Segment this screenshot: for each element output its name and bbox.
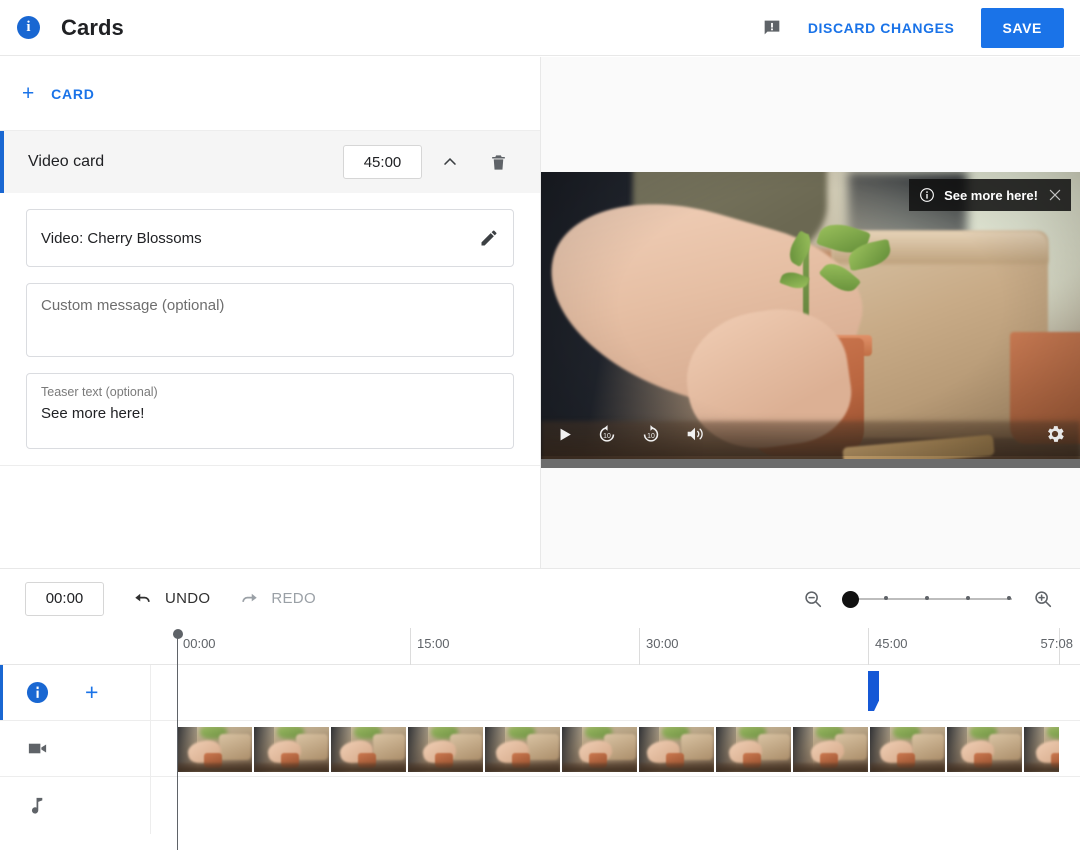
zoom-slider[interactable]: [842, 589, 1012, 609]
undo-arrow-icon: [132, 588, 154, 610]
timeline-ruler[interactable]: 00:00 15:00 30:00 45:00 57:08: [0, 628, 1080, 665]
track-row-audio: [0, 777, 1080, 834]
track-gutter-video: [0, 721, 151, 776]
ruler-end-tick: 57:08: [1040, 628, 1080, 665]
teaser-text-field[interactable]: Teaser text (optional) See more here!: [26, 373, 514, 449]
ruler-tick: 00:00: [183, 636, 216, 651]
video-selection-field[interactable]: Video: Cherry Blossoms: [26, 209, 514, 267]
save-button[interactable]: SAVE: [980, 7, 1064, 48]
undo-button[interactable]: UNDO: [132, 588, 210, 610]
filmstrip-frame: [562, 727, 637, 772]
track-gutter-cards: +: [0, 665, 151, 720]
custom-message-field[interactable]: Custom message (optional): [26, 283, 514, 357]
teaser-overlay-text: See more here!: [944, 187, 1038, 203]
trash-icon[interactable]: [478, 142, 518, 182]
teaser-text-label: Teaser text (optional): [41, 385, 158, 399]
cards-list-panel: + CARD Video card 45:00 Video: Cherry Bl…: [0, 57, 541, 568]
teaser-overlay[interactable]: See more here!: [909, 179, 1071, 211]
track-row-video: [0, 721, 1080, 777]
video-track-area[interactable]: [151, 721, 1080, 776]
card-title: Video card: [28, 153, 105, 170]
card-body: Video: Cherry Blossoms Custom message (o…: [0, 193, 540, 449]
custom-message-placeholder: Custom message (optional): [41, 297, 225, 314]
video-filmstrip[interactable]: [177, 727, 1059, 772]
duration-label: 57:08: [1040, 636, 1073, 651]
timeline-toolbar: 00:00 UNDO REDO: [0, 568, 1080, 628]
undo-label: UNDO: [165, 590, 211, 607]
track-gutter-audio: [0, 777, 151, 834]
card-timestamp-chip[interactable]: 45:00: [343, 145, 422, 179]
player-controls: 10 10: [541, 412, 1080, 456]
volume-on-icon[interactable]: [684, 423, 706, 445]
card-marker[interactable]: [868, 671, 879, 711]
page-title: Cards: [61, 14, 124, 40]
plus-icon: +: [22, 82, 36, 105]
play-icon[interactable]: [555, 425, 574, 444]
video-scrubber[interactable]: [541, 459, 1080, 468]
video-preview-panel: See more here! 10 10: [541, 57, 1080, 568]
forward-10-icon[interactable]: 10: [640, 423, 662, 445]
ruler-tick: 30:00: [639, 628, 679, 665]
add-card-label: CARD: [51, 85, 95, 102]
video-camera-icon: [26, 737, 49, 760]
discard-changes-button[interactable]: DISCARD CHANGES: [794, 10, 969, 46]
page-header: i Cards DISCARD CHANGES SAVE: [0, 0, 1080, 56]
info-circle-icon: [26, 681, 49, 704]
gear-icon[interactable]: [1044, 423, 1066, 445]
pencil-icon[interactable]: [479, 228, 499, 248]
filmstrip-frame: [331, 727, 406, 772]
filmstrip-frame: [793, 727, 868, 772]
add-card-track-button[interactable]: +: [85, 681, 98, 704]
zoom-slider-thumb[interactable]: [842, 590, 859, 608]
zoom-out-magnifier-icon[interactable]: [802, 588, 824, 610]
replay-10-icon[interactable]: 10: [596, 423, 618, 445]
card-header-actions: 45:00: [343, 142, 540, 182]
add-card-row: + CARD: [0, 57, 540, 131]
video-selection-value: Video: Cherry Blossoms: [41, 229, 202, 247]
card-divider: [0, 465, 540, 466]
filmstrip-frame: [870, 727, 945, 772]
feedback-speech-bubble-icon[interactable]: [750, 6, 794, 50]
svg-text:10: 10: [647, 433, 655, 440]
redo-button[interactable]: REDO: [238, 588, 316, 610]
filmstrip-frame: [716, 727, 791, 772]
ruler-tick: 15:00: [410, 628, 450, 665]
filmstrip-frame: [177, 727, 252, 772]
close-x-icon[interactable]: [1047, 187, 1063, 203]
card-selected-accent-bar: [0, 131, 4, 193]
ruler-tick: 45:00: [868, 628, 908, 665]
video-player[interactable]: See more here! 10 10: [541, 172, 1080, 468]
filmstrip-frame: [947, 727, 1022, 772]
filmstrip-frame: [485, 727, 560, 772]
card-header-row[interactable]: Video card 45:00: [0, 131, 540, 193]
zoom-slider-tick: [884, 596, 888, 600]
add-card-button[interactable]: + CARD: [22, 83, 95, 104]
svg-text:10: 10: [603, 433, 611, 440]
redo-label: REDO: [271, 590, 316, 607]
current-time-chip[interactable]: 00:00: [25, 581, 104, 616]
zoom-slider-tick: [966, 596, 970, 600]
zoom-controls: [802, 588, 1080, 610]
filmstrip-frame: [254, 727, 329, 772]
chevron-up-icon[interactable]: [430, 142, 470, 182]
track-row-cards: +: [0, 665, 1080, 721]
zoom-slider-tick: [1007, 596, 1011, 600]
cards-track-area[interactable]: [151, 665, 1080, 720]
redo-arrow-icon: [238, 588, 260, 610]
audio-track-area[interactable]: [151, 777, 1080, 834]
zoom-slider-tick: [925, 596, 929, 600]
track-accent-bar: [0, 665, 3, 720]
timeline-tracks: +: [0, 665, 1080, 850]
header-actions: DISCARD CHANGES SAVE: [750, 6, 1080, 50]
cards-editor-page: i Cards DISCARD CHANGES SAVE + CARD Vide…: [0, 0, 1080, 850]
info-circle-outline-icon: [919, 187, 935, 203]
filmstrip-frame: [639, 727, 714, 772]
teaser-text-value: See more here!: [41, 405, 145, 422]
filmstrip-frame: [408, 727, 483, 772]
music-note-icon: [26, 794, 49, 817]
info-circle-icon: i: [17, 16, 40, 39]
zoom-in-magnifier-icon[interactable]: [1032, 588, 1054, 610]
filmstrip-frame: [1024, 727, 1059, 772]
